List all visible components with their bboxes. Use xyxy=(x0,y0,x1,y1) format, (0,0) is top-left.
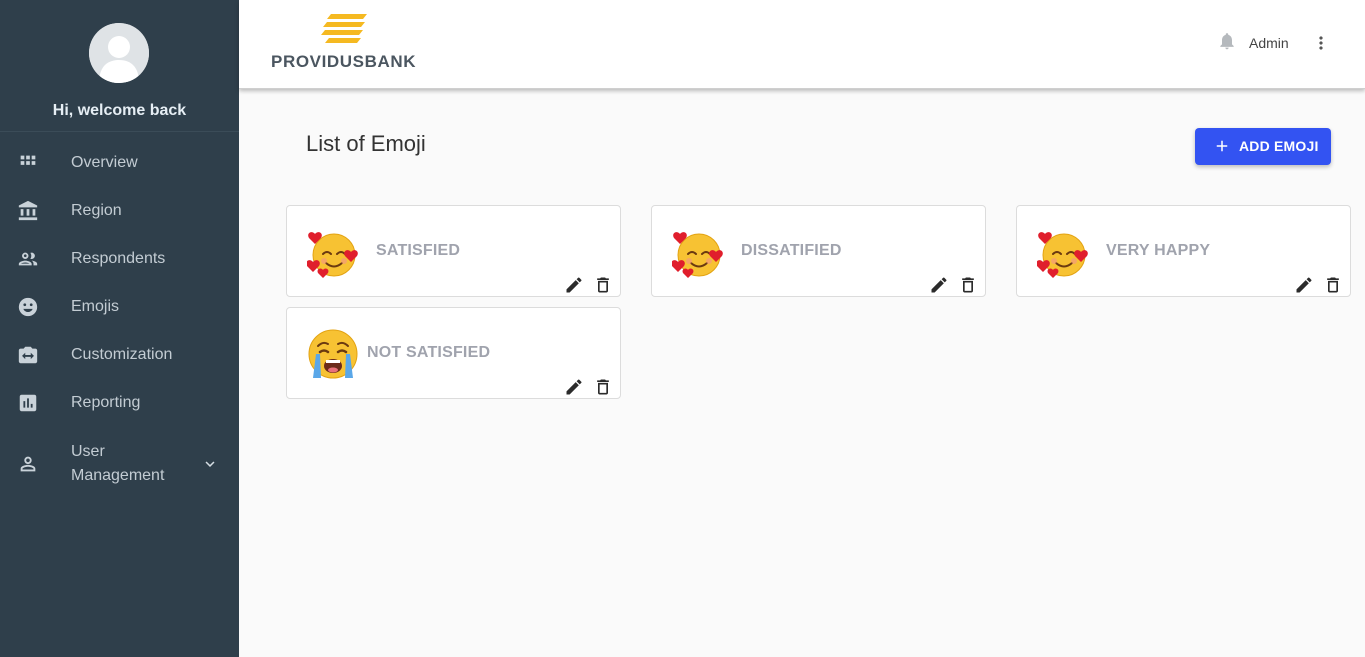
add-emoji-label: ADD EMOJI xyxy=(1239,138,1319,154)
sidebar-item-label: Customization xyxy=(71,346,173,363)
smiling-face-with-hearts-emoji xyxy=(307,226,359,278)
sidebar-item-emojis[interactable]: Emojis xyxy=(0,283,239,331)
chevron-down-icon[interactable] xyxy=(201,455,219,473)
grid-icon xyxy=(17,152,39,174)
user-name[interactable]: Admin xyxy=(1249,35,1289,51)
smiling-face-with-hearts-emoji xyxy=(1037,226,1089,278)
sidebar-item-label: Region xyxy=(71,202,122,219)
delete-icon[interactable] xyxy=(958,275,978,295)
bank-icon xyxy=(17,200,39,222)
logo-text: PROVIDUSBANK xyxy=(271,52,417,71)
sidebar-item-label-line1: User xyxy=(71,443,105,460)
welcome-message: Hi, welcome back xyxy=(52,102,187,119)
sidebar-item-overview[interactable]: Overview xyxy=(0,139,239,187)
sidebar-item-label: Overview xyxy=(71,154,138,171)
user-icon xyxy=(17,453,39,475)
sidebar-item-reporting[interactable]: Reporting xyxy=(0,379,239,427)
sidebar-item-label: User Management xyxy=(71,440,181,488)
sidebar-divider xyxy=(0,131,239,132)
emoji-label: DISSATIFIED xyxy=(741,242,842,259)
camera-icon xyxy=(17,344,39,366)
user-avatar-icon xyxy=(89,23,149,83)
emoji-label: VERY HAPPY xyxy=(1106,242,1211,259)
more-vert-icon[interactable] xyxy=(1311,32,1331,54)
emoji-card: DISSATIFIED xyxy=(651,205,986,297)
page-title: List of Emoji xyxy=(306,131,426,156)
bell-icon[interactable] xyxy=(1217,30,1237,52)
smiling-face-with-hearts-emoji xyxy=(672,226,724,278)
smiley-icon xyxy=(17,296,39,318)
emoji-card: SATISFIED xyxy=(286,205,621,297)
sidebar: Hi, welcome back Overview Region Respond… xyxy=(0,0,239,657)
top-header: PROVIDUSBANK Admin xyxy=(239,0,1365,89)
delete-icon[interactable] xyxy=(593,377,613,397)
edit-icon[interactable] xyxy=(929,275,949,295)
edit-icon[interactable] xyxy=(564,275,584,295)
avatar[interactable] xyxy=(89,23,149,83)
providus-bank-logo[interactable]: PROVIDUSBANK xyxy=(271,12,431,72)
sidebar-item-label: Respondents xyxy=(71,250,166,267)
delete-icon[interactable] xyxy=(1323,275,1343,295)
add-emoji-button[interactable]: ADD EMOJI xyxy=(1195,128,1331,165)
emoji-card: VERY HAPPY xyxy=(1016,205,1351,297)
edit-icon[interactable] xyxy=(1294,275,1314,295)
emoji-label: NOT SATISFIED xyxy=(367,344,491,361)
loudly-crying-face-emoji xyxy=(307,328,359,380)
plus-icon xyxy=(1213,137,1231,155)
sidebar-item-region[interactable]: Region xyxy=(0,187,239,235)
sidebar-item-user-management[interactable]: User Management xyxy=(0,439,239,489)
emoji-card: NOT SATISFIED xyxy=(286,307,621,399)
people-icon xyxy=(17,248,39,270)
emoji-label: SATISFIED xyxy=(376,242,461,259)
logo-mark-icon xyxy=(321,14,367,43)
sidebar-item-label: Reporting xyxy=(71,394,141,411)
sidebar-item-customization[interactable]: Customization xyxy=(0,331,239,379)
edit-icon[interactable] xyxy=(564,377,584,397)
sidebar-item-respondents[interactable]: Respondents xyxy=(0,235,239,283)
sidebar-item-label-line2: Management xyxy=(71,467,165,484)
bar-chart-icon xyxy=(17,392,39,414)
sidebar-item-label: Emojis xyxy=(71,298,120,315)
delete-icon[interactable] xyxy=(593,275,613,295)
